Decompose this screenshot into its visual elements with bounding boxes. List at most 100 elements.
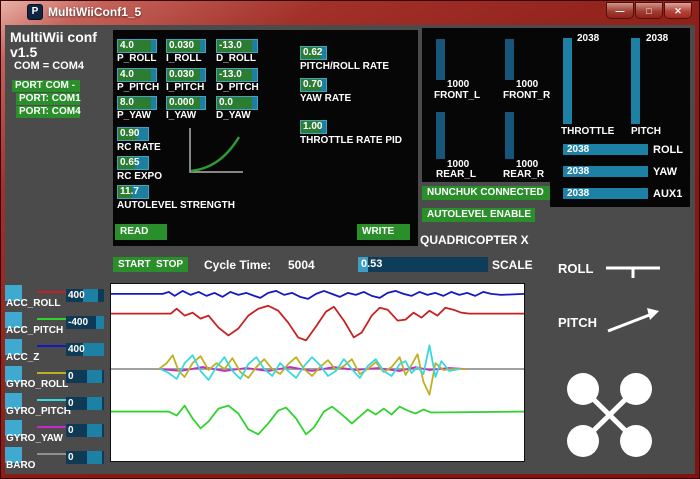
yaw-rate-field[interactable]: 0.70: [300, 78, 327, 92]
aux1-channel-label: AUX1: [653, 188, 682, 200]
app-window: P MultiWiiConf1_5 — □ ✕ MultiWii conf v1…: [0, 0, 700, 479]
telemetry-plot: [110, 283, 525, 462]
gyro-yaw-label: GYRO_YAW: [6, 433, 63, 444]
roll-indicator-label: ROLL: [558, 262, 593, 276]
plot-acc-roll-trace: [111, 306, 524, 341]
minimize-button[interactable]: —: [606, 2, 634, 19]
d-roll-field[interactable]: -13.0: [216, 39, 258, 53]
pitch-channel-bar: [631, 38, 640, 124]
aux1-channel-bar: 2038: [563, 188, 648, 199]
gyro-pitch-label: GYRO_PITCH: [6, 406, 71, 417]
com-port-selector[interactable]: PORT COM -: [12, 80, 80, 92]
i-roll-label: I_ROLL: [166, 53, 202, 64]
yaw-channel-label: YAW: [653, 166, 677, 178]
gyro-yaw-value-bar: 0: [66, 424, 104, 437]
i-yaw-label: I_YAW: [166, 110, 196, 121]
roll-channel-label: ROLL: [653, 144, 683, 156]
com-port-option-2[interactable]: PORT: COM4: [16, 106, 80, 118]
i-pitch-label: I_PITCH: [166, 82, 204, 93]
p-yaw-field[interactable]: 8.0: [117, 96, 157, 110]
p-roll-field[interactable]: 4.0: [117, 39, 157, 53]
acc-pitch-value-bar: -400: [66, 316, 104, 329]
yaw-channel-bar: 2038: [563, 166, 648, 177]
motor-front-l-value: 1000: [447, 79, 469, 90]
autolevel-strength-field[interactable]: 11.7: [117, 185, 149, 199]
app-version: v1.5: [10, 45, 37, 60]
gyro-roll-value-bar: 0: [66, 370, 104, 383]
motor-rear-r-bar: [505, 112, 514, 159]
window-title: MultiWiiConf1_5: [48, 5, 141, 19]
cycle-time-label: Cycle Time:: [204, 259, 271, 272]
pitch-channel-value: 2038: [646, 33, 668, 44]
throttle-channel-bar: [563, 38, 572, 124]
p-yaw-label: P_YAW: [117, 110, 151, 121]
plot-acc-pitch-trace: [111, 406, 524, 435]
quad-x-icon: [552, 360, 670, 470]
pitch-roll-rate-field[interactable]: 0.62: [300, 46, 327, 60]
rc-expo-label: RC EXPO: [117, 171, 162, 182]
acc-roll-color-line: [37, 291, 66, 293]
p-pitch-label: P_PITCH: [117, 82, 159, 93]
read-button[interactable]: READ: [115, 224, 167, 240]
gyro-roll-color-line: [37, 372, 66, 374]
scale-slider-value: 0.53: [361, 257, 382, 272]
d-yaw-field[interactable]: 0.0: [216, 96, 258, 110]
pitch-roll-rate-label: PITCH/ROLL RATE: [300, 61, 389, 72]
roll-indicator-icon: [604, 260, 662, 280]
autolevel-strength-label: AUTOLEVEL STRENGTH: [117, 200, 235, 211]
maximize-button[interactable]: □: [635, 2, 663, 19]
d-yaw-label: D_YAW: [216, 110, 251, 121]
p-roll-label: P_ROLL: [117, 53, 156, 64]
acc-roll-label: ACC_ROLL: [6, 298, 60, 309]
motor-front-r-label: FRONT_R: [503, 90, 550, 101]
acc-roll-value-bar: 400: [66, 289, 104, 302]
baro-color-line: [37, 453, 66, 455]
motor-rear-r-label: REAR_R: [503, 169, 544, 180]
throttle-channel-label: THROTTLE: [561, 126, 614, 137]
cycle-time-value: 5004: [288, 259, 315, 272]
motor-front-r-bar: [505, 39, 514, 80]
start-button[interactable]: START: [113, 257, 156, 272]
d-roll-label: D_ROLL: [216, 53, 256, 64]
acc-pitch-label: ACC_PITCH: [6, 325, 63, 336]
write-button[interactable]: WRITE: [357, 224, 410, 240]
com-port-option-1[interactable]: PORT: COM1: [16, 93, 80, 105]
baro-value-bar: 0: [66, 451, 104, 464]
yaw-rate-label: YAW RATE: [300, 93, 351, 104]
d-pitch-field[interactable]: -13.0: [216, 68, 258, 82]
close-button[interactable]: ✕: [664, 2, 692, 19]
roll-channel-bar: 2038: [563, 144, 648, 155]
plot-acc-z-trace: [111, 291, 524, 299]
rc-rate-field[interactable]: 0.90: [117, 127, 149, 141]
app-icon: P: [27, 4, 43, 20]
p-pitch-field[interactable]: 4.0: [117, 68, 157, 82]
scale-slider[interactable]: 0.53: [358, 257, 488, 272]
pitch-indicator-label: PITCH: [558, 316, 597, 330]
baro-label: BARO: [6, 460, 35, 471]
acc-z-label: ACC_Z: [6, 352, 39, 363]
com-status: COM = COM4: [14, 60, 84, 72]
throttle-rate-pid-field[interactable]: 1.00: [300, 120, 327, 134]
motor-front-r-value: 1000: [516, 79, 538, 90]
motor-rear-l-label: REAR_L: [436, 169, 476, 180]
i-yaw-field[interactable]: 0.000: [166, 96, 206, 110]
i-pitch-field[interactable]: 0.030: [166, 68, 206, 82]
motor-front-l-label: FRONT_L: [434, 90, 480, 101]
nunchuk-status-button[interactable]: NUNCHUK CONNECTED: [422, 186, 550, 200]
gyro-yaw-color-line: [37, 426, 66, 428]
window-controls: — □ ✕: [605, 2, 692, 19]
throttle-rate-pid-label: THROTTLE RATE PID: [300, 135, 402, 146]
throttle-channel-value: 2038: [577, 33, 599, 44]
i-roll-field[interactable]: 0.030: [166, 39, 206, 53]
d-pitch-label: D_PITCH: [216, 82, 259, 93]
stop-button[interactable]: STOP: [151, 257, 188, 272]
acc-z-value-bar: 400: [66, 343, 104, 356]
autolevel-enable-button[interactable]: AUTOLEVEL ENABLE: [422, 208, 535, 222]
acc-pitch-color-line: [37, 318, 66, 320]
motor-rear-l-bar: [436, 112, 445, 159]
motor-front-l-bar: [436, 39, 445, 80]
rc-expo-field[interactable]: 0.65: [117, 156, 149, 170]
pitch-indicator-icon: [604, 306, 662, 334]
scale-label: SCALE: [492, 259, 533, 272]
acc-z-color-line: [37, 345, 66, 347]
